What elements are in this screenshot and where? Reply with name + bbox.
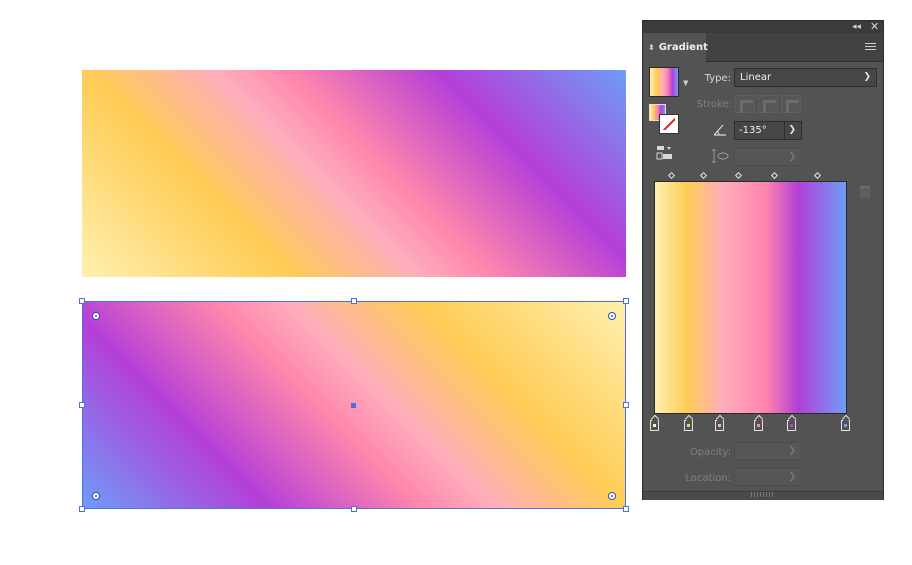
gradient-midpoint[interactable]	[813, 171, 822, 180]
chevron-down-icon[interactable]: ▼	[683, 79, 688, 87]
aspect-ratio-icon	[712, 149, 729, 163]
gradient-slider[interactable]	[654, 181, 847, 414]
color-stop[interactable]	[841, 420, 850, 431]
hamburger-menu-icon[interactable]	[865, 43, 876, 52]
resize-handle-bottom-left[interactable]	[79, 506, 85, 512]
type-dropdown[interactable]: Linear ❯	[734, 68, 877, 87]
color-stop[interactable]	[754, 420, 763, 431]
resize-handle-left[interactable]	[79, 402, 85, 408]
center-point	[351, 403, 356, 408]
angle-input[interactable]: -135° ❯	[734, 121, 802, 140]
color-stop[interactable]	[787, 420, 796, 431]
gradient-midpoint[interactable]	[699, 171, 708, 180]
double-chevron-left-icon[interactable]: ◂◂	[852, 22, 861, 32]
gradient-midpoint[interactable]	[667, 171, 676, 180]
chevron-down-icon: ❯	[863, 72, 871, 82]
location-label: Location:	[685, 473, 731, 484]
resize-grip[interactable]	[751, 492, 773, 497]
stroke-swatch-none[interactable]	[659, 114, 679, 134]
color-stop[interactable]	[650, 420, 659, 431]
sort-arrows-icon: ⬍	[648, 42, 655, 52]
resize-handle-top-right[interactable]	[623, 298, 629, 304]
gradient-tool-icon[interactable]	[656, 145, 674, 161]
live-corner-widget-bottom-left[interactable]	[92, 492, 100, 500]
stroke-along-button[interactable]	[758, 95, 778, 113]
trash-icon[interactable]	[859, 185, 871, 198]
angle-value: -135°	[739, 125, 767, 136]
gradient-rectangle-top[interactable]	[82, 70, 626, 277]
chevron-down-icon: ❯	[788, 152, 796, 162]
chevron-down-icon: ❯	[788, 472, 796, 482]
fill-stroke-selector	[649, 104, 679, 134]
stroke-label: Stroke:	[696, 99, 732, 110]
panel-title-bar[interactable]	[643, 21, 883, 33]
tab-label: Gradient	[658, 42, 708, 53]
resize-handle-top[interactable]	[351, 298, 357, 304]
live-corner-widget-top-right[interactable]	[608, 312, 616, 320]
resize-handle-bottom[interactable]	[351, 506, 357, 512]
opacity-input[interactable]: ❯	[734, 442, 802, 460]
live-corner-widget-bottom-right[interactable]	[608, 492, 616, 500]
gradient-midpoint[interactable]	[770, 171, 779, 180]
location-input[interactable]: ❯	[734, 468, 802, 486]
angle-icon	[713, 124, 726, 136]
resize-handle-right[interactable]	[623, 402, 629, 408]
color-stop[interactable]	[715, 420, 724, 431]
opacity-label: Opacity:	[689, 447, 731, 458]
chevron-down-icon: ❯	[788, 446, 796, 456]
gradient-panel: ◂◂ ✕ ⬍ Gradient ▼ Type: Linear ❯ Stroke:…	[642, 20, 884, 500]
stroke-within-button[interactable]	[735, 95, 755, 113]
type-label: Type:	[704, 73, 731, 84]
live-corner-widget-top-left[interactable]	[92, 312, 100, 320]
type-value: Linear	[740, 72, 772, 83]
chevron-down-icon[interactable]: ❯	[788, 122, 796, 139]
gradient-midpoint[interactable]	[734, 171, 743, 180]
color-stop[interactable]	[684, 420, 693, 431]
resize-handle-bottom-right[interactable]	[623, 506, 629, 512]
aspect-ratio-input[interactable]: ❯	[734, 148, 802, 166]
close-icon[interactable]: ✕	[870, 21, 879, 33]
stroke-across-button[interactable]	[781, 95, 801, 113]
gradient-swatch[interactable]	[649, 67, 679, 97]
tab-gradient[interactable]: ⬍ Gradient	[643, 33, 708, 62]
resize-handle-top-left[interactable]	[79, 298, 85, 304]
